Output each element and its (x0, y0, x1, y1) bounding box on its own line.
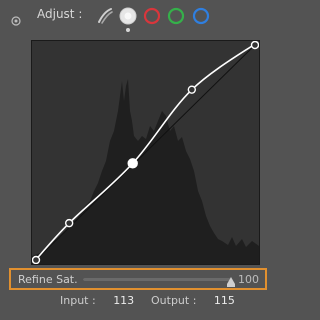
curve-control-point[interactable] (127, 158, 138, 169)
active-channel-indicator (126, 28, 130, 32)
output-label: Output : (151, 294, 197, 307)
settings-circle-icon[interactable] (11, 11, 21, 26)
input-value: 113 (113, 294, 135, 307)
refine-value: 100 (238, 273, 259, 286)
output-value: 115 (213, 294, 235, 307)
curve-control-point[interactable] (32, 255, 41, 264)
refine-slider[interactable] (83, 277, 235, 287)
curves-toolbar: Adjust : (0, 0, 279, 32)
output-readout: Output : 115 (151, 294, 235, 307)
curve-control-point[interactable] (250, 41, 259, 50)
refine-saturation-row: Refine Sat. 100 (9, 268, 267, 290)
refine-slider-thumb[interactable] (227, 272, 235, 287)
curve-control-point[interactable] (64, 218, 74, 228)
input-readout: Input : 113 (60, 294, 134, 307)
brush-strokes-icon[interactable] (96, 7, 114, 25)
red-channel-button[interactable] (143, 7, 161, 25)
curve-graph[interactable] (31, 40, 260, 265)
input-label: Input : (60, 294, 96, 307)
luminance-channel-button[interactable] (119, 7, 137, 25)
curve-graph-canvas[interactable] (32, 41, 259, 264)
refine-label: Refine Sat. (18, 273, 78, 286)
adjust-label: Adjust : (37, 7, 83, 21)
curves-panel: Adjust : Refine Sat. 100 Input: 113 Out… (0, 0, 279, 320)
refine-slider-fill (83, 278, 231, 281)
blue-channel-button[interactable] (192, 7, 210, 25)
curve-control-point[interactable] (187, 85, 197, 94)
histogram (32, 79, 259, 264)
green-channel-button[interactable] (167, 7, 185, 25)
